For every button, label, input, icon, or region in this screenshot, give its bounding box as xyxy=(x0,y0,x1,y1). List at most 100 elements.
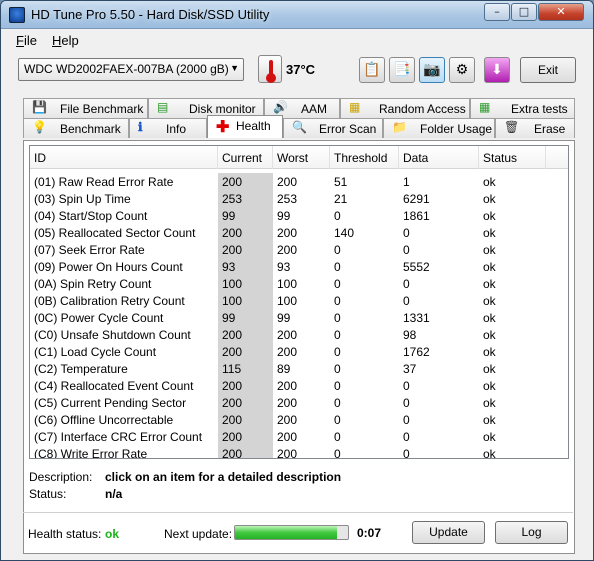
lightbulb-icon: 💡 xyxy=(32,120,47,134)
table-row[interactable]: (C0) Unsafe Shutdown Count 200 200 0 98 ok xyxy=(30,326,568,343)
cell-id: (01) Raw Read Error Rate xyxy=(34,175,174,189)
column-header-status[interactable]: Status xyxy=(479,146,546,169)
close-button[interactable]: ✕ xyxy=(538,3,584,21)
save-button[interactable]: ⬇ xyxy=(484,57,510,83)
cell-data: 37 xyxy=(403,362,417,376)
table-row[interactable]: (04) Start/Stop Count 99 99 0 1861 ok xyxy=(30,207,568,224)
tab-info[interactable]: ℹ Info xyxy=(129,118,207,138)
disk-monitor-icon: ▤ xyxy=(157,100,169,114)
table-row[interactable]: (0B) Calibration Retry Count 100 100 0 0 ok xyxy=(30,292,568,309)
table-row[interactable]: (05) Reallocated Sector Count 200 200 140 0 o… xyxy=(30,224,568,241)
cell-id: (04) Start/Stop Count xyxy=(34,209,148,223)
next-update-countdown: 0:07 xyxy=(357,526,382,540)
column-header-threshold[interactable]: Threshold xyxy=(330,146,399,169)
clipboard-icon: 📑 xyxy=(393,61,411,77)
tab-folder-usage[interactable]: 📁 Folder Usage xyxy=(383,118,495,138)
cell-status: ok xyxy=(483,413,496,427)
cell-current: 200 xyxy=(218,377,273,394)
camera-icon: 📷 xyxy=(423,61,441,77)
copy-info-button[interactable]: 📋 xyxy=(359,57,385,83)
cell-status: ok xyxy=(483,294,496,308)
health-panel: ID Current Worst Threshold Data Status (… xyxy=(23,140,575,554)
table-row[interactable]: (0C) Power Cycle Count 99 99 0 1331 ok xyxy=(30,309,568,326)
cell-status: ok xyxy=(483,447,496,459)
tab-aam-label: AAM xyxy=(301,102,328,116)
tab-benchmark[interactable]: 💡 Benchmark xyxy=(23,118,129,138)
cell-current: 200 xyxy=(218,411,273,428)
cell-worst: 200 xyxy=(277,328,298,342)
cell-current: 200 xyxy=(218,394,273,411)
cell-data: 0 xyxy=(403,447,410,459)
column-header-id[interactable]: ID xyxy=(30,146,218,169)
cell-threshold: 0 xyxy=(334,362,341,376)
screenshot-button[interactable]: 📷 xyxy=(419,57,445,83)
table-row[interactable]: (C1) Load Cycle Count 200 200 0 1762 ok xyxy=(30,343,568,360)
table-row[interactable]: (C8) Write Error Rate 200 200 0 0 ok xyxy=(30,445,568,459)
column-header-data[interactable]: Data xyxy=(399,146,479,169)
cell-id: (C0) Unsafe Shutdown Count xyxy=(34,328,191,342)
copy-all-button[interactable]: 📑 xyxy=(389,57,415,83)
table-row[interactable]: (03) Spin Up Time 253 253 21 6291 ok xyxy=(30,190,568,207)
cell-status: ok xyxy=(483,226,496,240)
table-row[interactable]: (07) Seek Error Rate 200 200 0 0 ok xyxy=(30,241,568,258)
tab-folder-usage-label: Folder Usage xyxy=(420,122,493,136)
download-arrow-icon: ⬇ xyxy=(491,61,503,77)
table-row[interactable]: (C2) Temperature 115 89 0 37 ok xyxy=(30,360,568,377)
cell-id: (C8) Write Error Rate xyxy=(34,447,148,459)
options-button[interactable]: ⚙ xyxy=(449,57,475,83)
cell-worst: 99 xyxy=(277,311,291,325)
menu-help[interactable]: Help xyxy=(52,33,79,48)
table-row[interactable]: (C5) Current Pending Sector 200 200 0 0 ok xyxy=(30,394,568,411)
cell-status: ok xyxy=(483,345,496,359)
drive-select[interactable]: WDC WD2002FAEX-007BA (2000 gB) ▼ xyxy=(18,58,244,81)
temperature-readout: 37°C xyxy=(286,62,315,77)
hd-tune-app-icon xyxy=(9,7,25,23)
health-status-label: Health status: xyxy=(28,527,102,541)
cell-data: 0 xyxy=(403,243,410,257)
cell-worst: 100 xyxy=(277,277,298,291)
tab-health[interactable]: ✚ Health xyxy=(207,115,283,138)
update-button[interactable]: Update xyxy=(412,521,485,544)
cell-status: ok xyxy=(483,396,496,410)
cell-current: 200 xyxy=(218,224,273,241)
tab-file-benchmark-label: File Benchmark xyxy=(60,102,144,116)
red-cross-icon: ✚ xyxy=(216,119,230,136)
table-row[interactable]: (C7) Interface CRC Error Count 200 200 0 0 ok xyxy=(30,428,568,445)
cell-current: 253 xyxy=(218,190,273,207)
table-row[interactable]: (0A) Spin Retry Count 100 100 0 0 ok xyxy=(30,275,568,292)
exit-button[interactable]: Exit xyxy=(520,57,576,83)
speaker-icon: 🔊 xyxy=(273,100,288,114)
table-row[interactable]: (C4) Reallocated Event Count 200 200 0 0 ok xyxy=(30,377,568,394)
tab-error-scan[interactable]: 🔍 Error Scan xyxy=(283,118,383,138)
info-icon: ℹ xyxy=(138,120,143,134)
table-row[interactable]: (01) Raw Read Error Rate 200 200 51 1 ok xyxy=(30,173,568,190)
cell-data: 0 xyxy=(403,396,410,410)
random-access-icon: ▦ xyxy=(349,100,361,114)
tab-erase[interactable]: 🗑 Erase xyxy=(495,118,575,138)
cell-id: (07) Seek Error Rate xyxy=(34,243,145,257)
table-row[interactable]: (09) Power On Hours Count 93 93 0 5552 ok xyxy=(30,258,568,275)
cell-data: 6291 xyxy=(403,192,430,206)
cell-status: ok xyxy=(483,277,496,291)
menu-file[interactable]: File xyxy=(16,33,37,48)
cell-worst: 93 xyxy=(277,260,291,274)
tab-extra-tests[interactable]: ▦ Extra tests xyxy=(470,98,575,118)
tab-random-access[interactable]: ▦ Random Access xyxy=(340,98,470,118)
maximize-button[interactable]: □ xyxy=(511,3,537,21)
title-bar[interactable]: HD Tune Pro 5.50 - Hard Disk/SSD Utility… xyxy=(1,1,593,29)
status-label: Status: xyxy=(29,487,67,501)
cell-data: 0 xyxy=(403,379,410,393)
cell-status: ok xyxy=(483,192,496,206)
column-header-current[interactable]: Current xyxy=(218,146,273,169)
table-row[interactable]: (C6) Offline Uncorrectable 200 200 0 0 ok xyxy=(30,411,568,428)
smart-attributes-table[interactable]: ID Current Worst Threshold Data Status (… xyxy=(29,145,569,459)
chevron-down-icon: ▼ xyxy=(230,63,239,73)
cell-id: (09) Power On Hours Count xyxy=(34,260,183,274)
cell-data: 98 xyxy=(403,328,417,342)
column-header-worst[interactable]: Worst xyxy=(273,146,330,169)
tab-health-label: Health xyxy=(236,119,271,133)
log-button[interactable]: Log xyxy=(495,521,568,544)
cell-id: (03) Spin Up Time xyxy=(34,192,131,206)
tab-file-benchmark[interactable]: 💾 File Benchmark xyxy=(23,98,148,118)
minimize-button[interactable]: – xyxy=(484,3,510,21)
